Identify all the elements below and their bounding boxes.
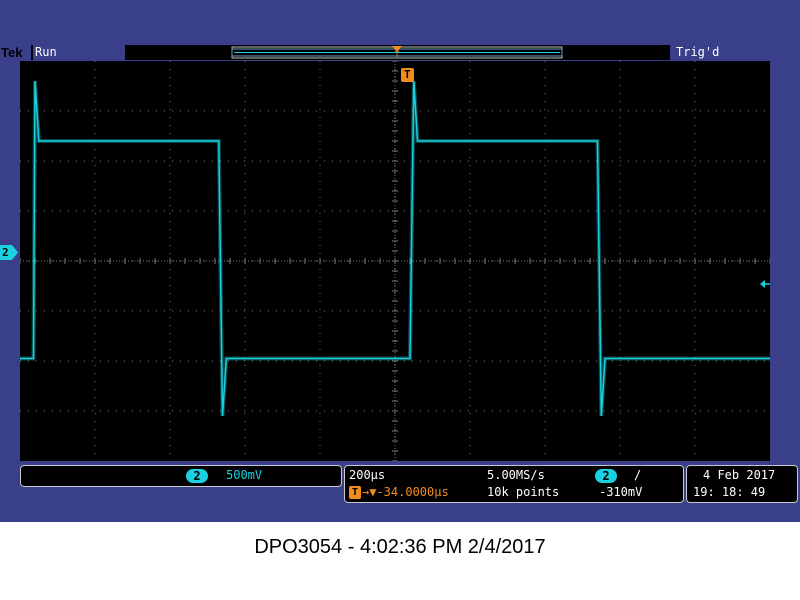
datetime-readout: 4 Feb 2017 19: 18: 49	[686, 465, 798, 503]
time: 19: 18: 49	[693, 485, 766, 499]
screenshot-caption: DPO3054 - 4:02:36 PM 2/4/2017	[254, 536, 546, 558]
acquisition-status: Run	[33, 45, 125, 60]
vertical-readout[interactable]: 2 500mV	[20, 465, 342, 487]
delay-trigger-icon: T	[349, 486, 361, 499]
oscilloscope-display: Tek Run Trig'd T 2 T 2 500mV 200µs 5.00M…	[0, 0, 800, 522]
horizontal-readout[interactable]: 200µs 5.00MS/s T →▼-34.0000µs 10k points…	[344, 465, 684, 503]
trigger-status: Trig'd	[670, 45, 800, 60]
vertical-scale: 500mV	[226, 468, 263, 482]
date: 4 Feb 2017	[703, 468, 776, 482]
trigger-level: -310mV	[599, 485, 643, 499]
trigger-level-arrow-icon[interactable]	[759, 278, 771, 290]
sample-rate: 5.00MS/s	[487, 468, 545, 482]
trigger-time-marker-label: T	[404, 68, 411, 81]
record-length: 10k points	[487, 485, 560, 499]
svg-text:T: T	[395, 50, 400, 58]
trigger-time-marker[interactable]: T	[401, 68, 414, 82]
trigger-source-badge: 2	[595, 469, 617, 483]
channel-badge: 2	[186, 469, 208, 483]
time-per-division: 200µs	[349, 468, 386, 482]
graticule	[19, 60, 771, 462]
trigger-position-icon[interactable]: T	[390, 44, 404, 58]
trigger-slope-icon: /	[634, 468, 642, 482]
channel-marker-label: 2	[2, 246, 9, 259]
tek-logo: Tek	[0, 45, 31, 60]
horizontal-delay: →▼-34.0000µs	[362, 485, 449, 499]
waveform-plot	[19, 60, 771, 462]
channel-2-ground-marker[interactable]: 2	[0, 245, 18, 260]
